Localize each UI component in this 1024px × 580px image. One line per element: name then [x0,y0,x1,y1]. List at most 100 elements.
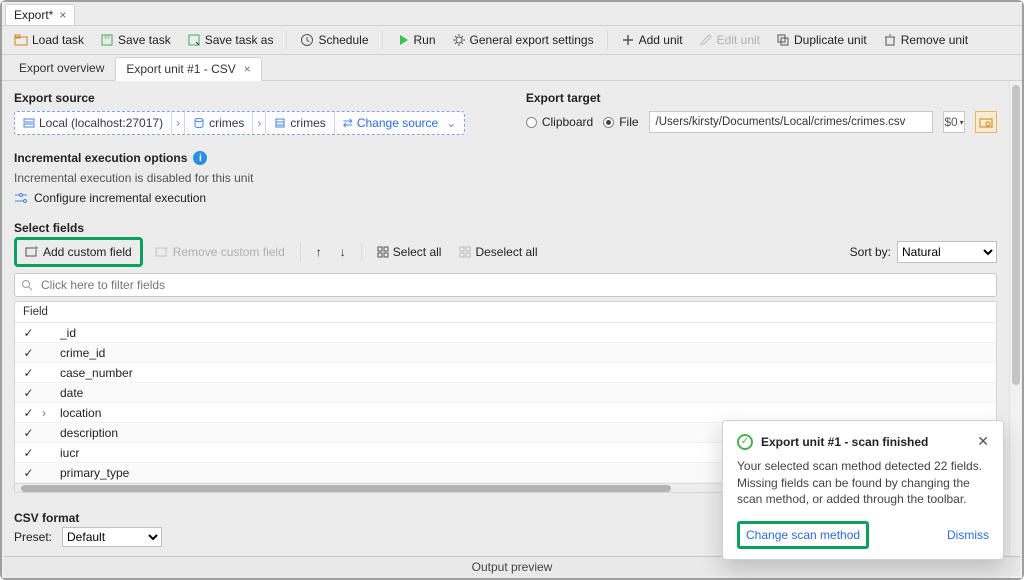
add-unit-button[interactable]: Add unit [615,30,689,50]
scan-finished-toast: ✓ Export unit #1 - scan finished ✕ Your … [722,420,1004,560]
checkbox-icon[interactable]: ✓ [23,327,34,338]
folder-search-icon [979,115,993,129]
plus-icon [621,33,635,47]
unit-tab-bar: Export overview Export unit #1 - CSV × [2,55,1022,81]
remove-unit-button[interactable]: Remove unit [877,30,974,50]
checkbox-icon[interactable]: ✓ [23,467,34,478]
fields-column-header: Field [15,302,996,323]
breadcrumb-database[interactable]: crimes [185,112,253,134]
duplicate-icon [776,33,790,47]
preset-select[interactable]: Default [62,527,162,547]
add-field-icon [25,245,39,259]
target-file-radio[interactable]: File [603,115,638,129]
export-target-header: Export target [526,91,997,105]
add-custom-field-button[interactable]: Add custom field [19,242,138,262]
table-row[interactable]: ✓ date [15,383,996,403]
toolbar-separator [286,31,287,49]
checkbox-icon[interactable]: ✓ [23,427,34,438]
field-name: date [60,386,83,400]
edit-unit-button: Edit unit [693,30,766,50]
duplicate-unit-button[interactable]: Duplicate unit [770,30,873,50]
server-icon [23,117,35,129]
chevron-right-icon: › [253,112,266,134]
save-icon [100,33,114,47]
deselect-all-icon [459,246,471,258]
move-down-button[interactable]: ↓ [334,242,352,262]
check-circle-icon: ✓ [737,434,753,450]
trash-icon [883,33,897,47]
play-icon [396,33,410,47]
swap-icon: ⇄ [343,116,353,130]
browse-folder-button[interactable] [975,111,997,133]
deselect-all-button[interactable]: Deselect all [453,242,543,262]
table-row[interactable]: ✓ _id [15,323,996,343]
radio-selected-icon [603,117,614,128]
save-task-as-button[interactable]: Save task as [181,30,280,50]
export-source-header: Export source [14,91,486,105]
breadcrumb-collection[interactable]: crimes [266,112,334,134]
select-all-button[interactable]: Select all [371,242,448,262]
sort-by-label: Sort by: [850,245,891,259]
close-icon[interactable]: × [59,8,66,22]
dismiss-link[interactable]: Dismiss [947,528,989,542]
arrow-down-icon: ↓ [340,245,346,259]
document-tab-label: Export* [14,8,53,22]
expand-icon[interactable]: › [42,406,52,420]
save-task-button[interactable]: Save task [94,30,177,50]
toolbar-separator [382,31,383,49]
remove-custom-field-button: Remove custom field [149,242,291,262]
arrow-up-icon: ↑ [316,245,322,259]
configure-icon [14,192,28,204]
vertical-scrollbar[interactable] [1009,81,1022,578]
move-up-button[interactable]: ↑ [310,242,328,262]
field-name: crime_id [60,346,105,360]
chevron-down-icon: ⌄ [446,116,456,130]
checkbox-icon[interactable]: ✓ [23,387,34,398]
checkbox-icon[interactable]: ✓ [23,347,34,358]
tab-export-unit-1[interactable]: Export unit #1 - CSV × [115,57,261,81]
field-name: _id [60,326,76,340]
incremental-status: Incremental execution is disabled for th… [14,165,997,191]
run-button[interactable]: Run [390,30,442,50]
change-scan-method-link[interactable]: Change scan method [746,528,860,542]
toolbar-separator [300,243,301,261]
tab-export-overview[interactable]: Export overview [8,56,115,80]
field-name: primary_type [60,466,129,480]
toast-body: Your selected scan method detected 22 fi… [737,458,989,507]
save-as-icon [187,33,201,47]
table-row[interactable]: ✓ crime_id [15,343,996,363]
target-clipboard-radio[interactable]: Clipboard [526,115,593,129]
source-breadcrumb: Local (localhost:27017) › crimes › crime… [14,111,465,135]
field-name: location [60,406,101,420]
database-icon [193,117,205,129]
sort-by-select[interactable]: Natural [897,241,997,263]
collection-icon [274,117,286,129]
schedule-button[interactable]: Schedule [294,30,374,50]
breadcrumb-connection[interactable]: Local (localhost:27017) [15,112,172,134]
field-name: case_number [60,366,133,380]
table-row[interactable]: ✓ case_number [15,363,996,383]
load-task-button[interactable]: Load task [8,30,90,50]
checkbox-icon[interactable]: ✓ [23,447,34,458]
document-tab-export[interactable]: Export* × [5,4,75,25]
configure-incremental-button[interactable]: Configure incremental execution [14,191,997,205]
radio-icon [526,117,537,128]
filter-fields-input[interactable] [14,273,997,297]
change-source-button[interactable]: ⇄ Change source ⌄ [335,112,465,134]
checkbox-icon[interactable]: ✓ [23,407,34,418]
toolbar-separator [361,243,362,261]
checkbox-icon[interactable]: ✓ [23,367,34,378]
field-name: description [60,426,118,440]
target-options-button[interactable]: $0▾ [943,111,965,133]
close-icon[interactable]: × [244,62,251,76]
general-settings-button[interactable]: General export settings [446,30,600,50]
info-icon[interactable]: i [193,151,207,165]
chevron-right-icon: › [172,112,185,134]
search-icon [21,279,33,291]
close-icon[interactable]: ✕ [977,433,989,450]
main-toolbar: Load task Save task Save task as Schedul… [2,26,1022,55]
toolbar-separator [607,31,608,49]
target-path-field[interactable]: /Users/kirsty/Documents/Local/crimes/cri… [649,111,933,133]
gear-icon [452,33,466,47]
preset-label: Preset: [14,530,52,544]
